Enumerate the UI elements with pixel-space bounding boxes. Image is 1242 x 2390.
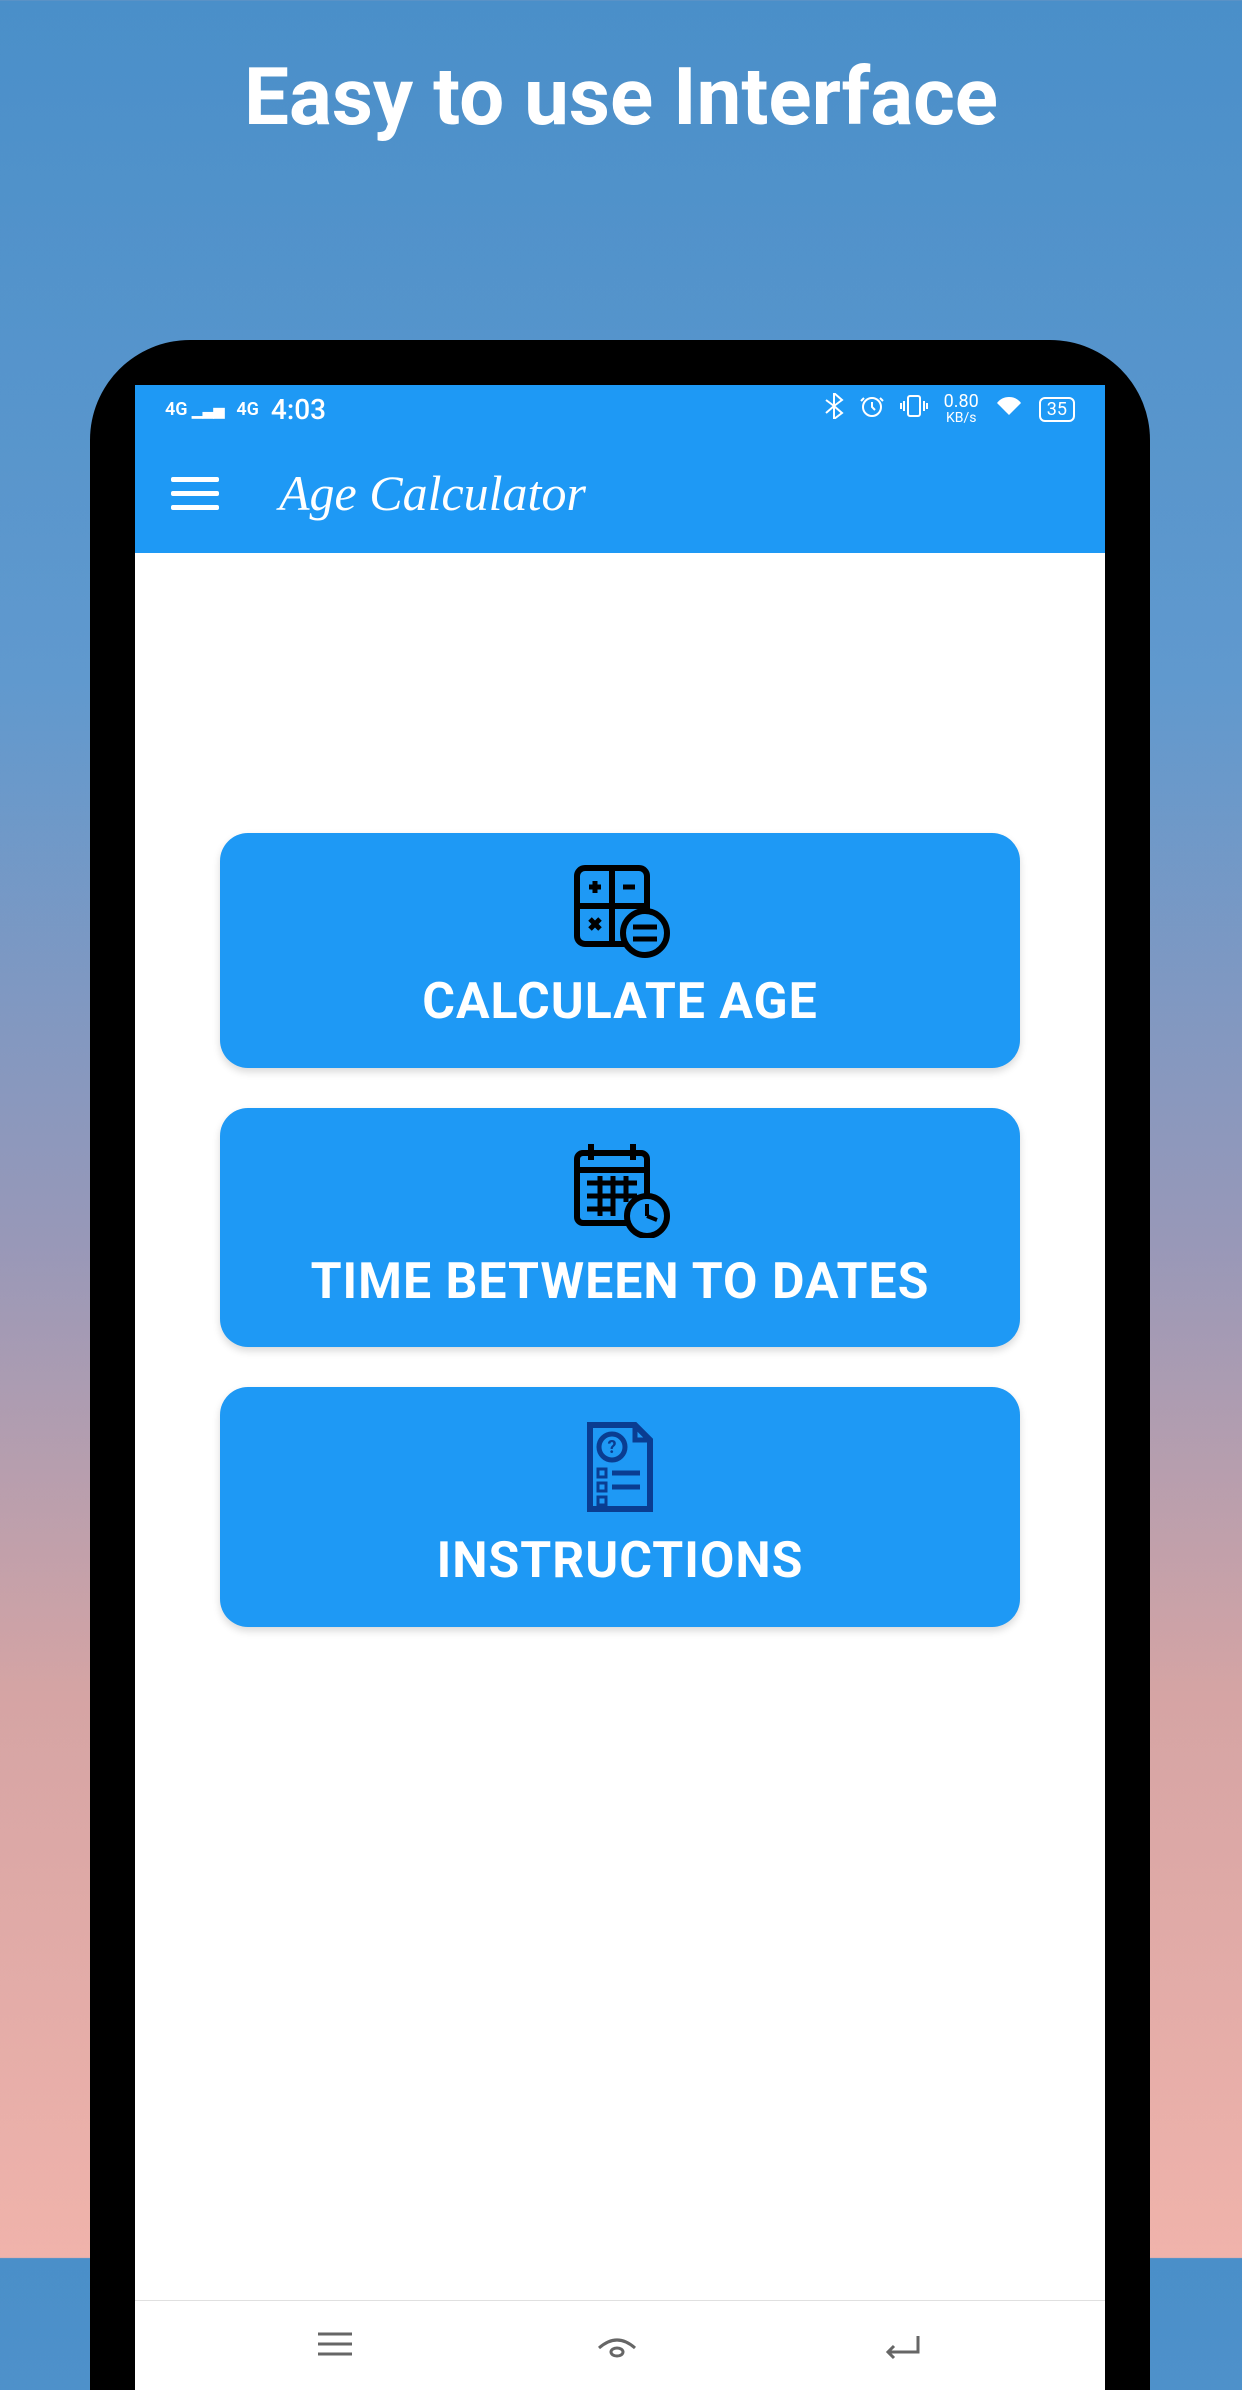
time-between-label: TIME BETWEEN TO DATES (311, 1254, 930, 1312)
back-icon[interactable] (878, 2328, 926, 2364)
instructions-label: INSTRUCTIONS (437, 1533, 804, 1591)
calculator-icon (565, 863, 675, 962)
signal-icon: 4G ▁▃▅ (165, 399, 224, 420)
status-left: 4G ▁▃▅ 4G 4:03 (165, 393, 326, 426)
time-between-button[interactable]: TIME BETWEEN TO DATES (220, 1108, 1020, 1348)
app-title: Age Calculator (279, 464, 586, 522)
android-nav-bar (135, 2300, 1105, 2390)
alarm-icon (860, 394, 884, 424)
wifi-icon (995, 395, 1023, 423)
app-bar: Age Calculator (135, 433, 1105, 553)
promo-title: Easy to use Interface (0, 50, 1242, 144)
signal-icon-2: 4G (236, 399, 259, 420)
battery-icon: 35 (1039, 397, 1075, 422)
home-icon[interactable] (593, 2328, 641, 2364)
calendar-clock-icon (565, 1138, 675, 1242)
instructions-button[interactable]: ? INSTRUCTIONS (220, 1387, 1020, 1627)
content-area: CALCULATE AGE (135, 553, 1105, 1627)
phone-frame: 4G ▁▃▅ 4G 4:03 (90, 340, 1150, 2390)
status-bar: 4G ▁▃▅ 4G 4:03 (135, 385, 1105, 433)
recent-apps-icon[interactable] (314, 2328, 356, 2364)
vibrate-icon (900, 394, 928, 424)
data-rate: 0.80 KB/s (944, 393, 979, 425)
calculate-age-label: CALCULATE AGE (422, 974, 817, 1032)
status-right: 0.80 KB/s 35 (824, 393, 1075, 425)
bluetooth-icon (824, 393, 844, 425)
calculate-age-button[interactable]: CALCULATE AGE (220, 833, 1020, 1068)
status-time: 4:03 (271, 393, 326, 426)
menu-icon[interactable] (171, 477, 219, 510)
phone-screen: 4G ▁▃▅ 4G 4:03 (135, 385, 1105, 2390)
svg-text:?: ? (608, 1437, 617, 1458)
document-help-icon: ? (570, 1417, 670, 1521)
